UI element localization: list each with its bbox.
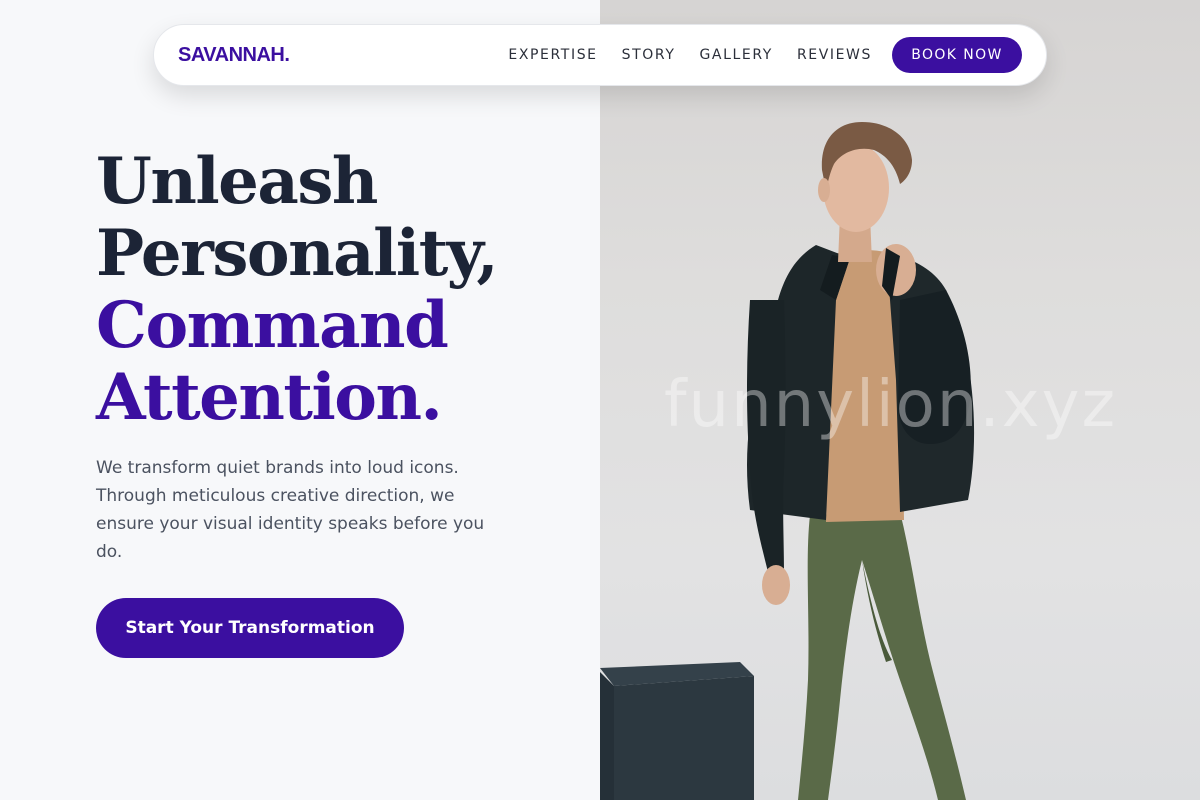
hero-title-line-3: Command <box>96 288 449 363</box>
pedestal-cube <box>600 662 754 800</box>
hero-title-line-2: Personality, <box>96 216 499 291</box>
model-left-hand <box>762 565 790 605</box>
nav-link-expertise[interactable]: EXPERTISE <box>508 47 597 63</box>
watermark-text: funnylion.xyz <box>664 368 1118 442</box>
nav-link-gallery[interactable]: GALLERY <box>699 47 772 63</box>
nav-link-reviews[interactable]: REVIEWS <box>797 47 872 63</box>
hero-title-line-4: Attention. <box>96 360 443 435</box>
hero-photo: funnylion.xyz <box>600 0 1200 800</box>
nav-link-story[interactable]: STORY <box>622 47 676 63</box>
start-transformation-button[interactable]: Start Your Transformation <box>96 598 404 658</box>
hero-title-line-1: Unleash <box>96 144 378 219</box>
navbar: SAVANNAH. EXPERTISE STORY GALLERY REVIEW… <box>153 24 1047 86</box>
brand-logo[interactable]: SAVANNAH. <box>178 44 290 67</box>
nav-links: EXPERTISE STORY GALLERY REVIEWS BOOK NOW <box>508 37 1022 73</box>
model-pants <box>798 512 966 800</box>
hero-title: Unleash Personality, Command Attention. <box>96 144 499 435</box>
book-now-button[interactable]: BOOK NOW <box>892 37 1022 73</box>
hero-description: We transform quiet brands into loud icon… <box>96 458 485 562</box>
